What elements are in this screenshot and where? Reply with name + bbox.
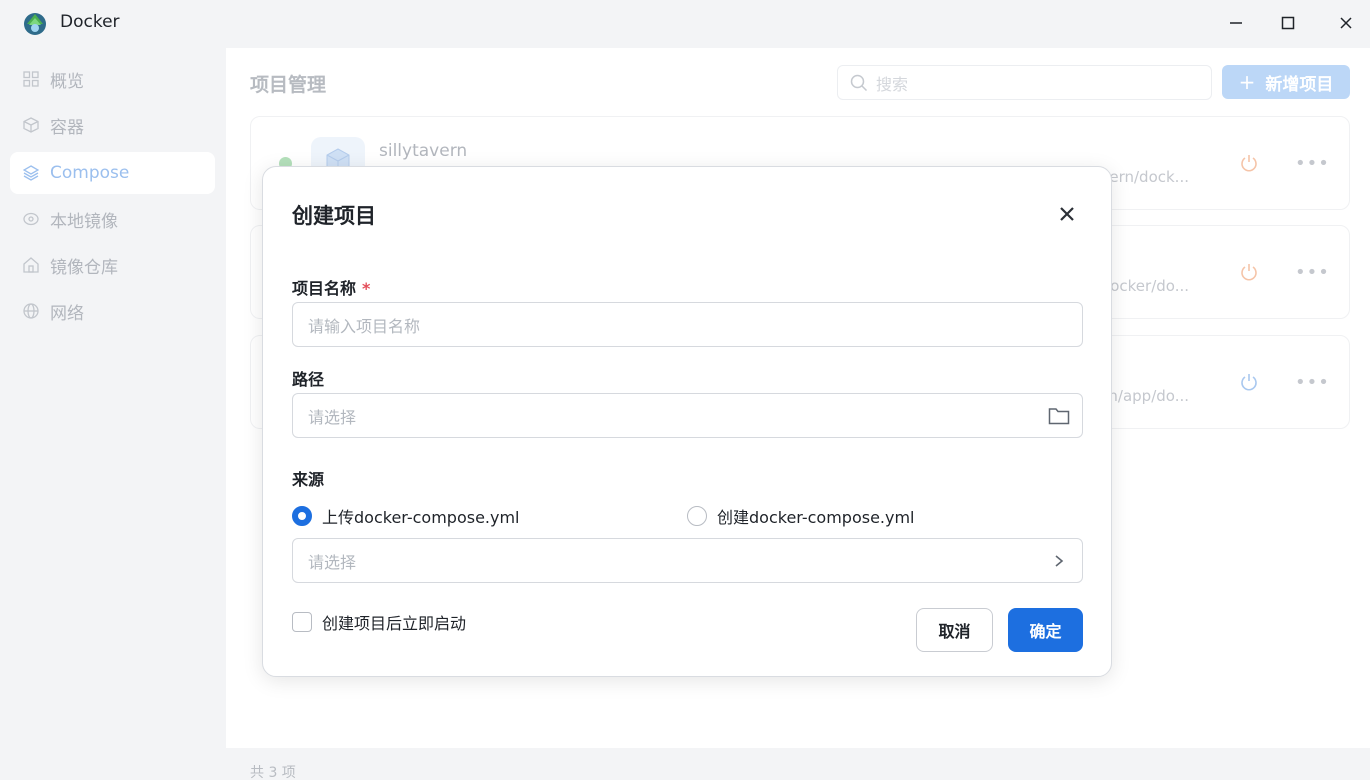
sidebar-item-local-images[interactable]: 本地镜像 — [10, 198, 215, 240]
project-name-input[interactable]: 请输入项目名称 — [292, 302, 1083, 347]
power-icon[interactable] — [1239, 153, 1259, 173]
path-label: 路径 — [292, 370, 325, 389]
project-path: vern/dock... — [1100, 168, 1189, 186]
disc-icon — [22, 210, 40, 228]
maximize-icon — [1281, 16, 1295, 30]
path-input[interactable]: 请选择 — [292, 393, 1083, 438]
sidebar-item-label: 概览 — [50, 71, 84, 92]
docker-logo-icon — [22, 10, 48, 36]
page-title: 项目管理 — [250, 74, 327, 96]
sidebar-item-label: 镜像仓库 — [50, 257, 118, 278]
cube-icon — [22, 116, 40, 134]
sidebar: 概览 容器 Compose 本地镜像 镜像仓库 网络 — [0, 48, 226, 780]
folder-icon[interactable] — [1048, 405, 1070, 427]
project-name: sillytavern — [379, 141, 468, 161]
minimize-icon — [1230, 22, 1242, 24]
sidebar-item-registry[interactable]: 镜像仓库 — [10, 244, 215, 286]
autostart-checkbox[interactable]: 创建项目后立即启动 — [292, 610, 466, 634]
chevron-right-icon — [1048, 550, 1070, 572]
source-label: 来源 — [292, 470, 325, 489]
autostart-label: 创建项目后立即启动 — [322, 614, 467, 633]
radio-checked-icon — [292, 506, 312, 526]
radio-unchecked-icon — [687, 506, 707, 526]
close-icon — [1060, 207, 1074, 221]
app-title: Docker — [60, 12, 120, 32]
plus-icon: + — [1238, 70, 1256, 94]
search-icon — [850, 74, 868, 91]
home-icon — [22, 256, 40, 274]
search-input[interactable]: 搜索 — [837, 65, 1212, 100]
more-options-icon[interactable]: ••• — [1295, 153, 1330, 174]
close-window-button[interactable] — [1326, 8, 1366, 38]
minimize-button[interactable] — [1216, 8, 1256, 38]
project-name-placeholder: 请输入项目名称 — [308, 316, 421, 336]
grid-icon — [22, 70, 40, 88]
item-count: 共 3 项 — [250, 765, 296, 780]
checkbox-icon — [292, 612, 312, 632]
power-icon[interactable] — [1239, 262, 1259, 282]
create-project-dialog: 创建项目 项目名称 * 请输入项目名称 路径 请选择 来源 上传docker-co… — [262, 166, 1112, 677]
sidebar-item-label: 网络 — [50, 303, 84, 324]
sidebar-item-overview[interactable]: 概览 — [10, 58, 215, 100]
sidebar-item-label: 容器 — [50, 117, 84, 138]
maximize-button[interactable] — [1268, 8, 1308, 38]
source-select[interactable]: 请选择 — [292, 538, 1083, 583]
footer: 共 3 项 — [226, 748, 1370, 780]
close-icon — [1340, 17, 1352, 29]
radio-label: 创建docker-compose.yml — [717, 508, 915, 527]
sidebar-item-compose[interactable]: Compose — [10, 152, 215, 194]
source-option-upload[interactable]: 上传docker-compose.yml — [292, 504, 520, 528]
source-placeholder: 请选择 — [308, 552, 357, 572]
add-project-label: 新增项目 — [1265, 74, 1334, 95]
radio-label: 上传docker-compose.yml — [322, 508, 520, 527]
project-name-label: 项目名称 * — [292, 275, 370, 299]
search-placeholder: 搜索 — [876, 74, 909, 94]
title-bar: Docker — [0, 0, 1370, 48]
close-dialog-button[interactable] — [1056, 203, 1078, 225]
sidebar-item-label: Compose — [50, 163, 130, 183]
more-options-icon[interactable]: ••• — [1295, 372, 1330, 393]
source-option-create[interactable]: 创建docker-compose.yml — [687, 504, 915, 528]
sidebar-item-label: 本地镜像 — [50, 211, 118, 232]
path-placeholder: 请选择 — [308, 407, 357, 427]
project-path: n/app/do... — [1108, 387, 1189, 405]
project-path: ocker/do... — [1110, 277, 1189, 295]
required-mark: * — [362, 279, 371, 298]
globe-icon — [22, 302, 40, 320]
cancel-button[interactable]: 取消 — [916, 608, 993, 652]
dialog-title: 创建项目 — [292, 204, 376, 228]
sidebar-item-containers[interactable]: 容器 — [10, 104, 215, 146]
project-name-label-text: 项目名称 — [292, 279, 357, 298]
power-icon[interactable] — [1239, 372, 1259, 392]
add-project-button[interactable]: + 新增项目 — [1222, 65, 1350, 99]
confirm-button[interactable]: 确定 — [1008, 608, 1083, 652]
more-options-icon[interactable]: ••• — [1295, 262, 1330, 283]
sidebar-item-network[interactable]: 网络 — [10, 290, 215, 332]
layers-icon — [22, 164, 40, 182]
